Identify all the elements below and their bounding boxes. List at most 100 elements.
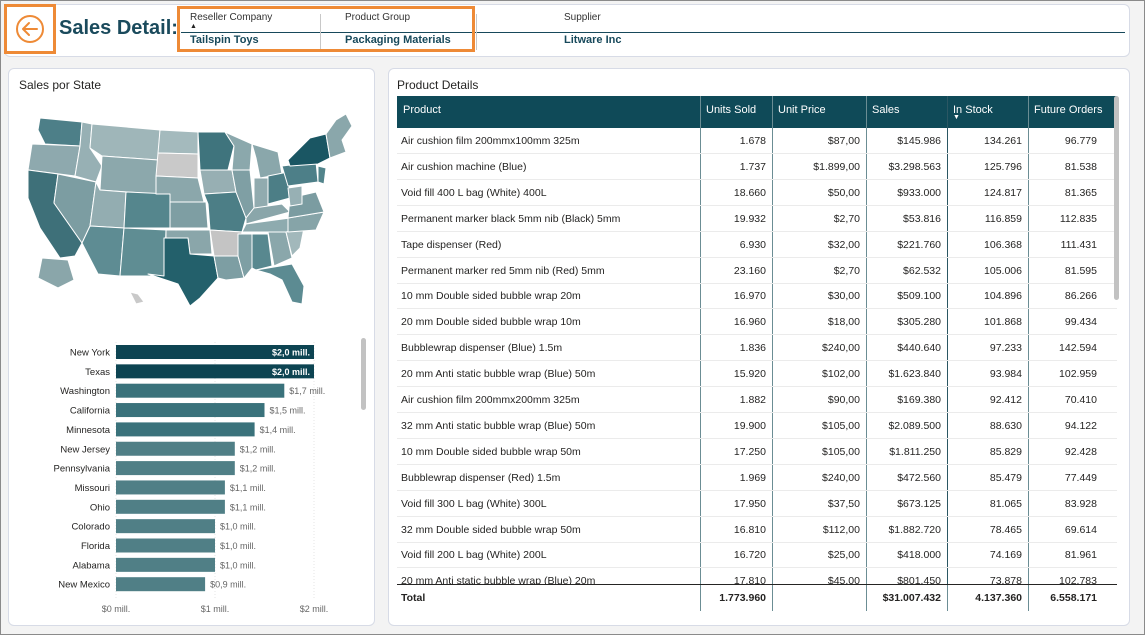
table-row[interactable]: 10 mm Double sided bubble wrap 50m 17.250… [397,439,1117,465]
slicer-label: Reseller Company [190,12,273,23]
table-scrollbar[interactable] [1114,96,1119,300]
cell-unit-price: $2,70 [833,212,860,225]
back-button[interactable] [4,4,56,54]
bar-data-label: $0,9 mill. [210,580,246,590]
us-map[interactable] [20,108,355,308]
cell-sales: $418.000 [897,549,941,562]
sort-descending-icon[interactable]: ▼ [953,114,960,121]
table-row[interactable]: 20 mm Double sided bubble wrap 10m 16.960… [397,309,1117,336]
bar-data-label: $1,1 mill. [230,483,266,493]
bar-category-label: Texas [85,367,110,378]
cell-units-sold: 6.930 [739,238,766,251]
bar[interactable] [116,403,265,418]
cell-in-stock: 85.829 [989,445,1022,458]
cell-units-sold: 16.970 [733,290,766,303]
cell-product: Permanent marker red 5mm nib (Red) 5mm [401,264,605,277]
slicer-value[interactable]: Tailspin Toys [190,34,259,46]
table-row[interactable]: 32 mm Anti static bubble wrap (Blue) 50m… [397,413,1117,439]
bar-category-label: Alabama [73,560,111,571]
column-header-product[interactable]: Product [399,96,700,128]
cell-unit-price: $2,70 [833,264,860,277]
state-south-dakota [155,152,199,179]
state-hawaii [129,291,145,305]
slicer-reseller-company[interactable]: Reseller Company ▲ Tailspin Toys [190,12,318,46]
table-row[interactable]: 20 mm Anti static bubble wrap (Blue) 50m… [397,361,1117,388]
cell-in-stock: 97.233 [989,342,1022,355]
column-separator [866,585,867,611]
table-row[interactable]: Void fill 200 L bag (White) 200L 16.720 $2… [397,542,1117,569]
table-row[interactable]: Tape dispenser (Red) 6.930 $32,00 $221.760 1… [397,232,1117,258]
bar[interactable] [116,480,225,495]
table-row[interactable]: Permanent marker red 5mm nib (Red) 5mm 23… [397,258,1117,284]
cell-units-sold: 16.720 [733,549,766,562]
table-row[interactable]: Air cushion film 200mmx200mm 325m 1.882 $9… [397,387,1117,413]
cell-unit-price: $45,00 [827,575,860,584]
slicer-value[interactable]: Litware Inc [564,34,621,46]
table-row[interactable]: Bubblewrap dispenser (Blue) 1.5m 1.836 $24… [397,335,1117,362]
slicer-product-group[interactable]: Product Group Packaging Materials [345,12,473,46]
column-header-units-sold[interactable]: Units Sold [702,96,772,128]
cell-product: Air cushion film 200mmx100mm 325m [401,135,580,147]
cell-sales: $221.760 [897,238,941,251]
bar[interactable] [116,383,285,398]
bar-category-label: Washington [60,386,110,397]
table-row[interactable]: Void fill 400 L bag (White) 400L 18.660 $5… [397,180,1117,206]
state-alaska [37,257,75,289]
table-row[interactable]: Air cushion machine (Blue) 1.737 $1.899,00… [397,154,1117,180]
column-header-in-stock[interactable]: In Stock [949,96,1028,128]
table-row[interactable]: 20 mm Anti static bubble wrap (Blue) 20m… [397,568,1117,584]
table-row[interactable]: 32 mm Double sided bubble wrap 50m 16.810… [397,517,1117,543]
cell-product: 10 mm Double sided bubble wrap 20m [401,290,581,303]
table-row[interactable]: Bubblewrap dispenser (Red) 1.5m 1.969 $240… [397,465,1117,491]
cell-unit-price: $18,00 [827,316,860,329]
sort-ascending-icon[interactable]: ▲ [190,23,197,30]
cell-in-stock: 78.465 [989,523,1022,536]
slicer-value[interactable]: Packaging Materials [345,34,451,46]
cell-future-orders: 81.538 [1064,160,1097,173]
bar-data-label: $1,4 mill. [260,425,296,435]
bar[interactable] [116,461,235,476]
cell-future-orders: 102.783 [1059,575,1097,584]
table-total-row: Total 1.773.960 $31.007.432 4.137.360 6.558.… [397,584,1117,611]
bar[interactable] [116,577,206,592]
cell-future-orders: 83.928 [1064,497,1097,510]
bar-category-label: Ohio [90,502,110,513]
state-arkansas [209,229,243,257]
total-label: Total [401,592,426,604]
column-header-unit-price[interactable]: Unit Price [774,96,866,128]
state-colorado [123,191,171,229]
table-row[interactable]: Air cushion film 200mmx100mm 325m 1.678 $8… [397,128,1117,154]
bar[interactable] [116,519,215,534]
slicer-supplier[interactable]: Supplier Litware Inc [564,12,764,46]
sales-by-state-bar-chart[interactable]: New York $2,0 mill. Texas $2,0 mill. Washing… [14,338,364,620]
page-title: Sales Detail: [59,17,178,39]
cell-in-stock: 134.261 [984,135,1022,147]
cell-units-sold: 18.660 [733,186,766,199]
table-row[interactable]: 10 mm Double sided bubble wrap 20m 16.970… [397,283,1117,310]
bar-category-label: Missouri [75,483,110,494]
x-tick-label: $2 mill. [300,604,329,614]
table-row[interactable]: Void fill 300 L bag (White) 300L 17.950 $3… [397,491,1117,517]
cell-future-orders: 77.449 [1064,471,1097,484]
cell-units-sold: 17.250 [733,445,766,458]
cell-sales: $933.000 [897,186,941,199]
column-header-future-orders[interactable]: Future Orders [1030,96,1103,128]
cell-product: Air cushion machine (Blue) [401,160,527,173]
bar[interactable] [116,422,255,437]
cell-product: Void fill 400 L bag (White) 400L [401,186,547,199]
cell-unit-price: $87,00 [827,135,860,147]
bar[interactable] [116,441,235,456]
cell-future-orders: 81.365 [1064,186,1097,199]
cell-units-sold: 1.882 [739,394,766,406]
bar[interactable] [116,538,215,553]
product-details-table: Product Units Sold Unit Price Sales In Stock… [397,96,1117,584]
total-sales: $31.007.432 [882,592,941,604]
bar-chart-scrollbar[interactable] [361,338,366,410]
cell-unit-price: $112,00 [822,523,860,536]
map-title: Sales por State [19,78,102,92]
column-header-sales[interactable]: Sales [868,96,947,128]
cell-product: Air cushion film 200mmx200mm 325m [401,394,580,406]
bar[interactable] [116,499,225,514]
table-row[interactable]: Permanent marker black 5mm nib (Black) 5… [397,206,1117,232]
bar[interactable] [116,557,215,572]
